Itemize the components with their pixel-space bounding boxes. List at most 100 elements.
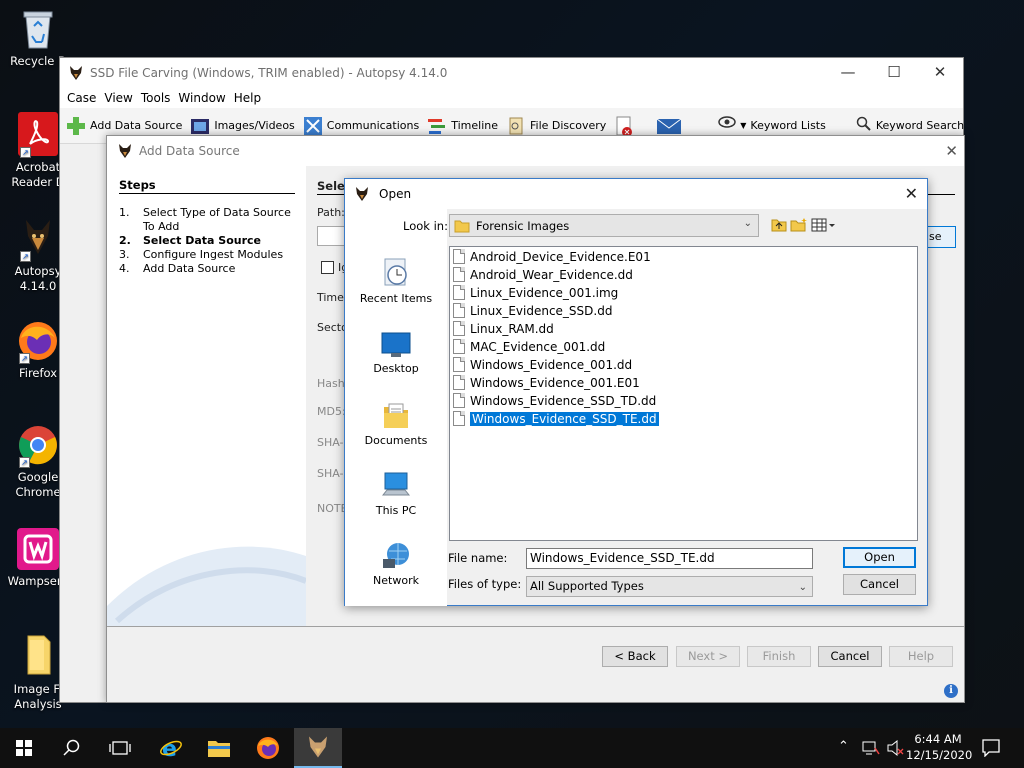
step-3: 3. Configure Ingest Modules: [119, 248, 284, 261]
main-title-bar: SSD File Carving (Windows, TRIM enabled)…: [60, 58, 963, 88]
network-status-icon[interactable]: [862, 740, 880, 759]
cancel-button[interactable]: Cancel: [818, 646, 882, 667]
menu-window[interactable]: Window: [174, 91, 229, 105]
look-in-label: Look in:: [403, 219, 448, 233]
info-icon[interactable]: i: [944, 684, 958, 698]
autopsy-logo-icon: [68, 65, 84, 81]
file-icon: [453, 393, 465, 408]
chevron-down-icon: ⌄: [798, 582, 807, 593]
place-recent-items[interactable]: Recent Items: [345, 257, 447, 305]
look-in-dropdown[interactable]: Forensic Images ⌄: [449, 214, 759, 237]
file-list-item[interactable]: Windows_Evidence_SSD_TE.dd: [453, 410, 660, 427]
firefox-icon: [257, 737, 279, 759]
open-button[interactable]: Open: [843, 547, 916, 568]
timeline-button[interactable]: Timeline: [427, 116, 498, 136]
clock[interactable]: 6:44 AM 12/15/2020: [906, 731, 972, 763]
communications-icon: [303, 116, 323, 136]
file-list-item[interactable]: Linux_Evidence_SSD.dd: [453, 302, 612, 319]
notifications-icon[interactable]: [982, 739, 1000, 760]
taskbar-firefox[interactable]: [244, 728, 292, 768]
browse-button[interactable]: se: [926, 226, 956, 248]
menu-tools[interactable]: Tools: [137, 91, 175, 105]
communications-button[interactable]: Communications: [303, 116, 419, 136]
place-documents[interactable]: Documents: [345, 401, 447, 447]
cancel-button[interactable]: Cancel: [843, 574, 916, 595]
images-videos-button[interactable]: Images/Videos: [190, 116, 295, 136]
menu-case[interactable]: Case: [63, 91, 100, 105]
file-icon: [453, 285, 465, 300]
place-desktop[interactable]: Desktop: [345, 331, 447, 375]
file-name-input[interactable]: Windows_Evidence_SSD_TE.dd: [526, 548, 813, 569]
file-list-item[interactable]: Windows_Evidence_001.dd: [453, 356, 632, 373]
file-name: Windows_Evidence_001.dd: [470, 357, 633, 372]
file-list-item[interactable]: Windows_Evidence_SSD_TD.dd: [453, 392, 656, 409]
documents-icon: [381, 401, 411, 431]
windows-logo-icon: [16, 740, 32, 756]
chevron-up-icon[interactable]: ⌃: [838, 739, 849, 754]
file-icon: [453, 303, 465, 318]
file-name: Linux_Evidence_001.img: [470, 285, 619, 300]
close-icon[interactable]: ✕: [905, 184, 918, 203]
open-dialog-title: Open: [379, 187, 412, 201]
maximize-button[interactable]: ☐: [871, 58, 917, 88]
taskbar-autopsy[interactable]: [294, 728, 342, 768]
file-name: MAC_Evidence_001.dd: [470, 339, 606, 354]
network-icon: [381, 541, 411, 571]
help-button[interactable]: Help: [889, 646, 953, 667]
search-button[interactable]: [48, 728, 96, 768]
menu-help[interactable]: Help: [230, 91, 265, 105]
file-name: Windows_Evidence_SSD_TD.dd: [470, 393, 657, 408]
place-this-pc[interactable]: This PC: [345, 471, 447, 517]
stop-document-button[interactable]: [614, 116, 638, 137]
menu-bar: Case View Tools Window Help: [60, 88, 963, 108]
file-discovery-button[interactable]: File Discovery: [506, 116, 606, 136]
close-icon[interactable]: ✕: [945, 142, 958, 160]
folder-icon: [18, 632, 58, 678]
minimize-button[interactable]: —: [825, 58, 871, 88]
file-list-item[interactable]: Linux_Evidence_001.img: [453, 284, 618, 301]
taskbar-file-explorer[interactable]: [195, 728, 243, 768]
new-folder-icon[interactable]: [790, 218, 808, 232]
back-button[interactable]: < Back: [602, 646, 668, 667]
decorative-swoosh: [107, 526, 306, 626]
plus-icon: [66, 116, 86, 136]
file-list-item[interactable]: Android_Wear_Evidence.dd: [453, 266, 633, 283]
place-network[interactable]: Network: [345, 541, 447, 587]
autopsy-icon: [309, 736, 327, 758]
file-list-item[interactable]: Linux_RAM.dd: [453, 320, 554, 337]
task-view-button[interactable]: [96, 728, 144, 768]
next-button[interactable]: Next >: [676, 646, 740, 667]
timeline-icon: [427, 116, 447, 136]
chevron-down-icon: ▼: [740, 121, 747, 130]
keyword-search-button[interactable]: Keyword Search: [856, 116, 964, 136]
volume-muted-icon[interactable]: [886, 739, 904, 759]
step-2: 2. Select Data Source: [119, 234, 262, 247]
file-list-item[interactable]: MAC_Evidence_001.dd: [453, 338, 605, 355]
close-button[interactable]: ✕: [917, 58, 963, 88]
taskbar-ie[interactable]: e: [147, 728, 195, 768]
view-menu-icon[interactable]: [811, 218, 837, 232]
add-data-source-title: Add Data Source: [139, 144, 240, 158]
svg-text:e: e: [162, 737, 177, 760]
ignore-checkbox[interactable]: [321, 261, 334, 274]
file-list-item[interactable]: Android_Device_Evidence.E01: [453, 248, 651, 265]
file-name: Android_Device_Evidence.E01: [470, 249, 651, 264]
shortcut-arrow-icon: ↗: [20, 147, 31, 158]
start-button[interactable]: [0, 728, 48, 768]
menu-view[interactable]: View: [100, 91, 136, 105]
finish-button[interactable]: Finish: [747, 646, 811, 667]
up-folder-icon[interactable]: [771, 218, 787, 232]
path-label: Path:: [317, 206, 345, 219]
step-1: 1. Select Type of Data Source To Add: [119, 206, 291, 233]
add-data-source-button[interactable]: Add Data Source: [66, 116, 182, 136]
file-name: Android_Wear_Evidence.dd: [470, 267, 633, 282]
acrobat-icon: ↗: [18, 112, 58, 158]
file-discovery-icon: [506, 116, 526, 136]
internet-explorer-icon: e: [160, 737, 182, 760]
email-button[interactable]: [656, 116, 686, 136]
add-data-source-title-bar: Add Data Source ✕: [107, 136, 964, 166]
files-of-type-dropdown[interactable]: All Supported Types ⌄: [526, 576, 813, 597]
keyword-lists-button[interactable]: ▼ Keyword Lists: [718, 115, 826, 136]
file-list-item[interactable]: Windows_Evidence_001.E01: [453, 374, 640, 391]
note-label: NOTE: [317, 502, 348, 515]
